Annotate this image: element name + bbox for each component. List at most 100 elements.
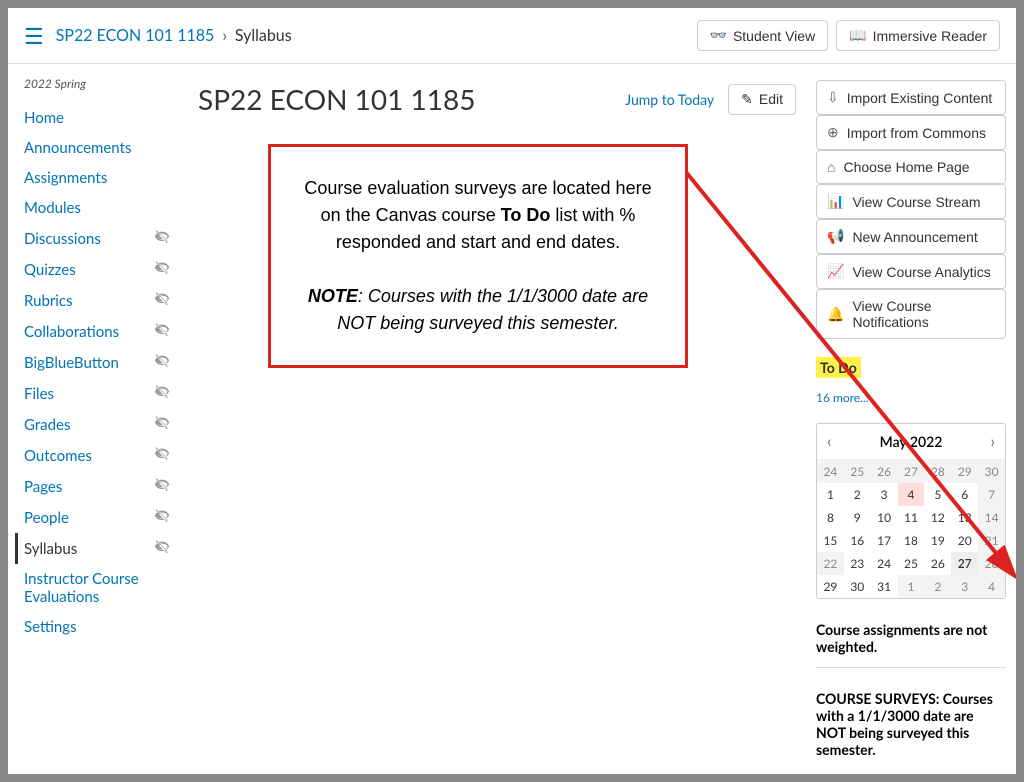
calendar-day[interactable]: 4 [898, 483, 925, 506]
nav-item-settings[interactable]: Settings [24, 612, 170, 642]
nav-item-quizzes[interactable]: Quizzes [24, 254, 170, 285]
calendar-day[interactable]: 27 [898, 460, 925, 483]
calendar-day[interactable]: 3 [871, 483, 898, 506]
nav-link[interactable]: Quizzes [24, 261, 76, 279]
calendar-day[interactable]: 30 [844, 575, 871, 598]
calendar-day[interactable]: 30 [978, 460, 1005, 483]
immersive-reader-button[interactable]: 📖 Immersive Reader [836, 20, 1000, 51]
new-announcement-button[interactable]: 📢New Announcement [816, 219, 1006, 254]
hidden-icon [154, 260, 170, 279]
calendar-day[interactable]: 16 [844, 529, 871, 552]
nav-item-grades[interactable]: Grades [24, 409, 170, 440]
side-button-label: Import from Commons [847, 125, 986, 141]
calendar-day[interactable]: 14 [978, 506, 1005, 529]
nav-link[interactable]: Modules [24, 199, 81, 217]
nav-link[interactable]: Rubrics [24, 292, 73, 310]
choose-home-page-button[interactable]: ⌂Choose Home Page [816, 150, 1006, 184]
student-view-button[interactable]: 👓 Student View [697, 20, 829, 51]
side-button-label: View Course Analytics [852, 264, 990, 280]
calendar-day[interactable]: 25 [898, 552, 925, 575]
nav-link[interactable]: Files [24, 385, 54, 403]
nav-item-rubrics[interactable]: Rubrics [24, 285, 170, 316]
annotation-callout: Course evaluation surveys are located he… [268, 144, 688, 368]
nav-link[interactable]: Settings [24, 618, 77, 636]
calendar-day[interactable]: 29 [817, 575, 844, 598]
calendar-day[interactable]: 18 [898, 529, 925, 552]
calendar-day[interactable]: 28 [978, 552, 1005, 575]
calendar-day[interactable]: 28 [924, 460, 951, 483]
calendar-day[interactable]: 15 [817, 529, 844, 552]
calendar-day[interactable]: 31 [871, 575, 898, 598]
student-view-label: Student View [733, 28, 815, 44]
nav-link[interactable]: Pages [24, 478, 62, 496]
calendar-day[interactable]: 5 [924, 483, 951, 506]
calendar-day[interactable]: 19 [924, 529, 951, 552]
nav-link[interactable]: Discussions [24, 230, 101, 248]
calendar-day[interactable]: 9 [844, 506, 871, 529]
calendar-day[interactable]: 24 [871, 552, 898, 575]
jump-to-today-link[interactable]: Jump to Today [625, 91, 714, 108]
nav-link[interactable]: Grades [24, 416, 70, 434]
nav-item-people[interactable]: People [24, 502, 170, 533]
calendar-day[interactable]: 3 [951, 575, 978, 598]
breadcrumb-course[interactable]: SP22 ECON 101 1185 [56, 26, 215, 45]
nav-link[interactable]: Syllabus [24, 540, 77, 558]
nav-link[interactable]: Announcements [24, 139, 131, 157]
nav-link[interactable]: People [24, 509, 69, 527]
nav-item-pages[interactable]: Pages [24, 471, 170, 502]
import-from-commons-button[interactable]: ⊕ Import from Commons [816, 115, 1006, 150]
calendar-day[interactable]: 10 [871, 506, 898, 529]
calendar-day[interactable]: 22 [817, 552, 844, 575]
calendar-day[interactable]: 8 [817, 506, 844, 529]
calendar-day[interactable]: 2 [844, 483, 871, 506]
calendar-day[interactable]: 29 [951, 460, 978, 483]
nav-item-announcements[interactable]: Announcements [24, 133, 170, 163]
calendar-day[interactable]: 25 [844, 460, 871, 483]
calendar-day[interactable]: 27 [951, 552, 978, 575]
calendar-day[interactable]: 11 [898, 506, 925, 529]
view-course-stream-button[interactable]: 📊View Course Stream [816, 184, 1006, 219]
calendar-day[interactable]: 2 [924, 575, 951, 598]
edit-button[interactable]: ✎ Edit [728, 84, 796, 115]
calendar-day[interactable]: 1 [898, 575, 925, 598]
nav-item-bigbluebutton[interactable]: BigBlueButton [24, 347, 170, 378]
nav-item-collaborations[interactable]: Collaborations [24, 316, 170, 347]
calendar-day[interactable]: 20 [951, 529, 978, 552]
nav-item-assignments[interactable]: Assignments [24, 163, 170, 193]
nav-item-instructor-course-evaluations[interactable]: Instructor Course Evaluations [24, 564, 170, 612]
calendar-prev-icon[interactable]: ‹ [827, 432, 832, 451]
nav-item-outcomes[interactable]: Outcomes [24, 440, 170, 471]
nav-link[interactable]: Home [24, 109, 64, 127]
nav-item-home[interactable]: Home [24, 103, 170, 133]
calendar-day[interactable]: 23 [844, 552, 871, 575]
nav-link[interactable]: Assignments [24, 169, 107, 187]
hamburger-icon[interactable]: ☰ [24, 22, 44, 50]
calendar-next-icon[interactable]: › [990, 432, 995, 451]
view-course-analytics-button[interactable]: 📈View Course Analytics [816, 254, 1006, 289]
side-button-icon: ⊕ [827, 124, 839, 141]
nav-item-discussions[interactable]: Discussions [24, 223, 170, 254]
calendar-day[interactable]: 6 [951, 483, 978, 506]
nav-list: Home Announcements Assignments Modules Discu… [24, 103, 170, 642]
calendar-day[interactable]: 13 [951, 506, 978, 529]
view-course-notifications-button[interactable]: 🔔View Course Notifications [816, 289, 1006, 339]
nav-item-files[interactable]: Files [24, 378, 170, 409]
nav-item-syllabus[interactable]: Syllabus [15, 533, 170, 564]
todo-more-link[interactable]: 16 more... [816, 390, 1006, 405]
calendar-day[interactable]: 26 [871, 460, 898, 483]
calendar-day[interactable]: 4 [978, 575, 1005, 598]
calendar-day[interactable]: 12 [924, 506, 951, 529]
nav-link[interactable]: Instructor Course Evaluations [24, 570, 170, 606]
hidden-icon [154, 508, 170, 527]
calendar-day[interactable]: 1 [817, 483, 844, 506]
nav-item-modules[interactable]: Modules [24, 193, 170, 223]
nav-link[interactable]: Outcomes [24, 447, 92, 465]
calendar-day[interactable]: 21 [978, 529, 1005, 552]
nav-link[interactable]: BigBlueButton [24, 354, 119, 372]
calendar-day[interactable]: 17 [871, 529, 898, 552]
calendar-day[interactable]: 26 [924, 552, 951, 575]
calendar-day[interactable]: 7 [978, 483, 1005, 506]
nav-link[interactable]: Collaborations [24, 323, 119, 341]
calendar-day[interactable]: 24 [817, 460, 844, 483]
import-existing-content-button[interactable]: ⇩Import Existing Content [816, 80, 1006, 115]
